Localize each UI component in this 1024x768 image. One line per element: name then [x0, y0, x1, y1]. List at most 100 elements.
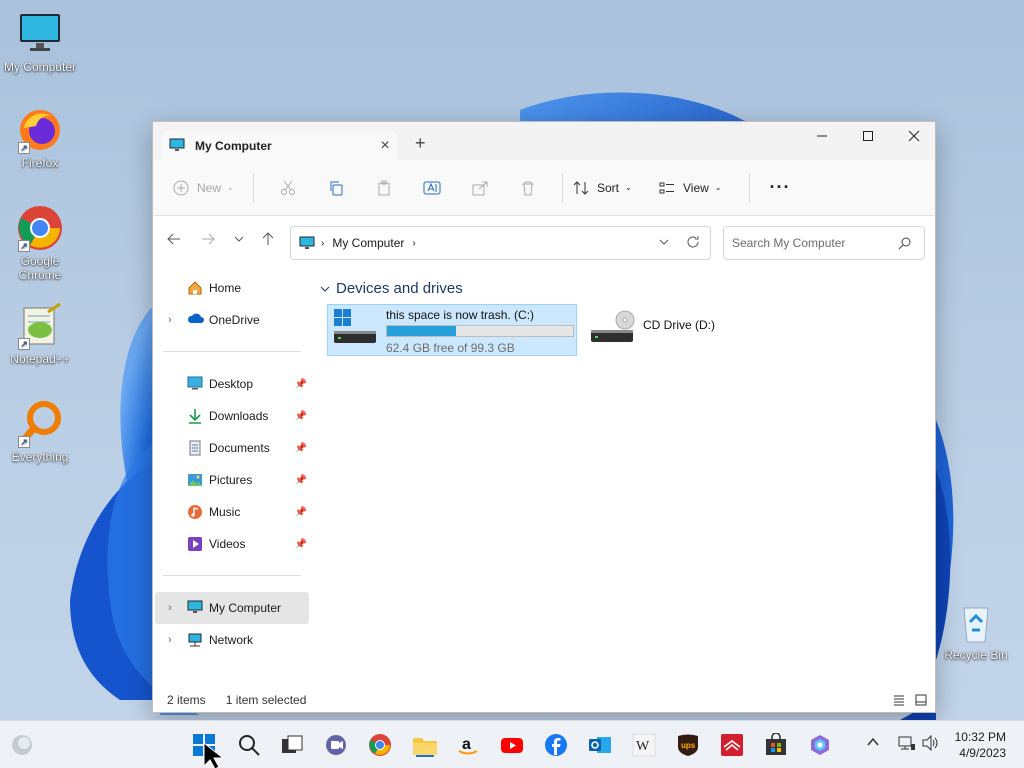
view-button[interactable]: View ⌄ [659, 172, 739, 204]
up-button[interactable] [261, 232, 275, 249]
folder-icon [413, 738, 437, 757]
desktop-icon-everything[interactable]: ↗ Everything [0, 400, 80, 464]
sidebar-item-desktop[interactable]: Desktop 📌 [155, 368, 309, 400]
widgets-button[interactable] [10, 733, 34, 757]
amazon-taskbar-button[interactable]: a [456, 733, 480, 757]
pin-icon[interactable]: 📌 [295, 411, 307, 422]
recent-locations-button[interactable] [233, 232, 245, 249]
new-tab-button[interactable]: + [415, 133, 426, 154]
volume-button[interactable] [922, 734, 940, 754]
sidebar-item-network[interactable]: › Network [155, 624, 309, 656]
facebook-taskbar-button[interactable] [544, 733, 568, 757]
monitor-icon [16, 10, 64, 58]
sidebar-item-pictures[interactable]: Pictures 📌 [155, 464, 309, 496]
address-dropdown-button[interactable] [658, 236, 670, 251]
chrome-icon [369, 734, 391, 756]
wikipedia-taskbar-button[interactable]: W [632, 733, 656, 757]
desktop-icon-recycle-bin[interactable]: Recycle Bin [936, 598, 1016, 662]
navigation-pane: Home › OneDrive Desktop 📌 Downloads 📌 Do… [153, 272, 315, 678]
rename-button[interactable] [408, 172, 456, 204]
chevron-down-icon: ⌄ [714, 183, 722, 192]
more-options-button[interactable]: ··· [760, 172, 800, 204]
arrow-right-icon [202, 233, 215, 245]
tab-my-computer[interactable]: My Computer × [161, 131, 397, 161]
show-hidden-icons-button[interactable] [866, 735, 880, 752]
maximize-button[interactable] [845, 122, 891, 150]
shortcut-arrow-icon: ↗ [18, 338, 30, 350]
music-icon [187, 504, 205, 520]
network-status-button[interactable] [898, 735, 916, 754]
separator [749, 172, 750, 203]
task-view-icon [282, 735, 303, 753]
file-explorer-taskbar-button[interactable] [412, 733, 437, 757]
forward-button[interactable] [201, 232, 215, 249]
monitor-icon [299, 236, 315, 249]
back-button[interactable] [167, 232, 181, 249]
refresh-button[interactable] [686, 235, 700, 252]
shortcut-arrow-icon: ↗ [18, 436, 30, 448]
section-devices-and-drives[interactable]: Devices and drives [319, 280, 463, 297]
sort-button[interactable]: Sort ⌄ [573, 172, 653, 204]
close-tab-button[interactable]: × [373, 137, 397, 155]
explorer-window: My Computer × + New ⌄ Sort ⌄ View ⌄ ··· … [152, 121, 936, 713]
breadcrumb-my-computer[interactable]: My Computer [332, 236, 404, 250]
cut-button[interactable] [264, 172, 312, 204]
chrome-taskbar-button[interactable] [368, 733, 392, 757]
sidebar-item-onedrive[interactable]: › OneDrive [155, 304, 309, 336]
pin-icon[interactable]: 📌 [295, 379, 307, 390]
outlook-icon [589, 737, 611, 753]
new-label: New [197, 180, 222, 195]
delete-button[interactable] [504, 172, 552, 204]
task-view-button[interactable] [280, 733, 304, 757]
clock-time: 10:32 PM [954, 730, 1006, 744]
sidebar-item-home[interactable]: Home [155, 272, 309, 304]
chevron-right-icon[interactable]: › [161, 634, 179, 646]
separator [562, 172, 563, 203]
facebook-icon [545, 734, 567, 756]
download-icon [187, 408, 205, 424]
desktop-icon-notepadpp[interactable]: ↗ Notepad++ [0, 302, 80, 366]
pin-icon[interactable]: 📌 [295, 443, 307, 454]
desktop-icon-my-computer[interactable]: My Computer [0, 10, 80, 74]
sidebar-item-label: Videos [209, 537, 246, 551]
sidebar-item-documents[interactable]: Documents 📌 [155, 432, 309, 464]
search-button[interactable] [237, 733, 261, 757]
pin-icon[interactable]: 📌 [295, 475, 307, 486]
teams-chat-button[interactable] [324, 733, 348, 757]
sidebar-item-my-computer[interactable]: › My Computer [155, 592, 309, 624]
bank-of-america-taskbar-button[interactable] [720, 733, 744, 757]
drive-d[interactable]: CD Drive (D:) [585, 304, 785, 356]
ups-taskbar-button[interactable]: ups [676, 733, 700, 757]
speaker-icon [922, 734, 938, 752]
minimize-button[interactable] [799, 122, 845, 150]
desktop-icon-firefox[interactable]: ↗ Firefox [0, 106, 80, 170]
close-window-button[interactable] [891, 122, 937, 150]
sidebar-item-label: Pictures [209, 473, 253, 487]
chevron-right-icon[interactable]: › [161, 314, 179, 326]
share-button[interactable] [456, 172, 504, 204]
copilot-taskbar-button[interactable] [808, 733, 832, 757]
drive-c[interactable]: this space is now trash. (C:) 62.4 GB fr… [327, 304, 577, 356]
desktop-icon-label: Firefox [21, 156, 59, 170]
clock[interactable]: 10:32 PM 4/9/2023 [955, 729, 1006, 761]
outlook-taskbar-button[interactable] [588, 733, 612, 757]
sidebar-item-label: Desktop [209, 377, 254, 391]
address-bar[interactable]: › My Computer › [290, 226, 711, 260]
drive-name: CD Drive (D:) [643, 318, 715, 332]
pin-icon[interactable]: 📌 [295, 539, 307, 550]
store-taskbar-button[interactable] [764, 732, 788, 757]
tiles-view-button[interactable] [915, 694, 927, 709]
sidebar-item-videos[interactable]: Videos 📌 [155, 528, 309, 560]
sidebar-item-downloads[interactable]: Downloads 📌 [155, 400, 309, 432]
chevron-right-icon[interactable]: › [161, 602, 179, 614]
sidebar-item-music[interactable]: Music 📌 [155, 496, 309, 528]
youtube-taskbar-button[interactable] [500, 733, 524, 757]
new-button[interactable]: New ⌄ [173, 172, 243, 204]
search-box[interactable]: Search My Computer [723, 226, 925, 260]
pin-icon[interactable]: 📌 [295, 507, 307, 518]
paste-button[interactable] [360, 172, 408, 204]
copy-button[interactable] [312, 172, 360, 204]
details-view-button[interactable] [893, 694, 905, 709]
desktop-icon-chrome[interactable]: ↗ Google Chrome [0, 204, 80, 282]
svg-text:ups: ups [681, 741, 696, 750]
